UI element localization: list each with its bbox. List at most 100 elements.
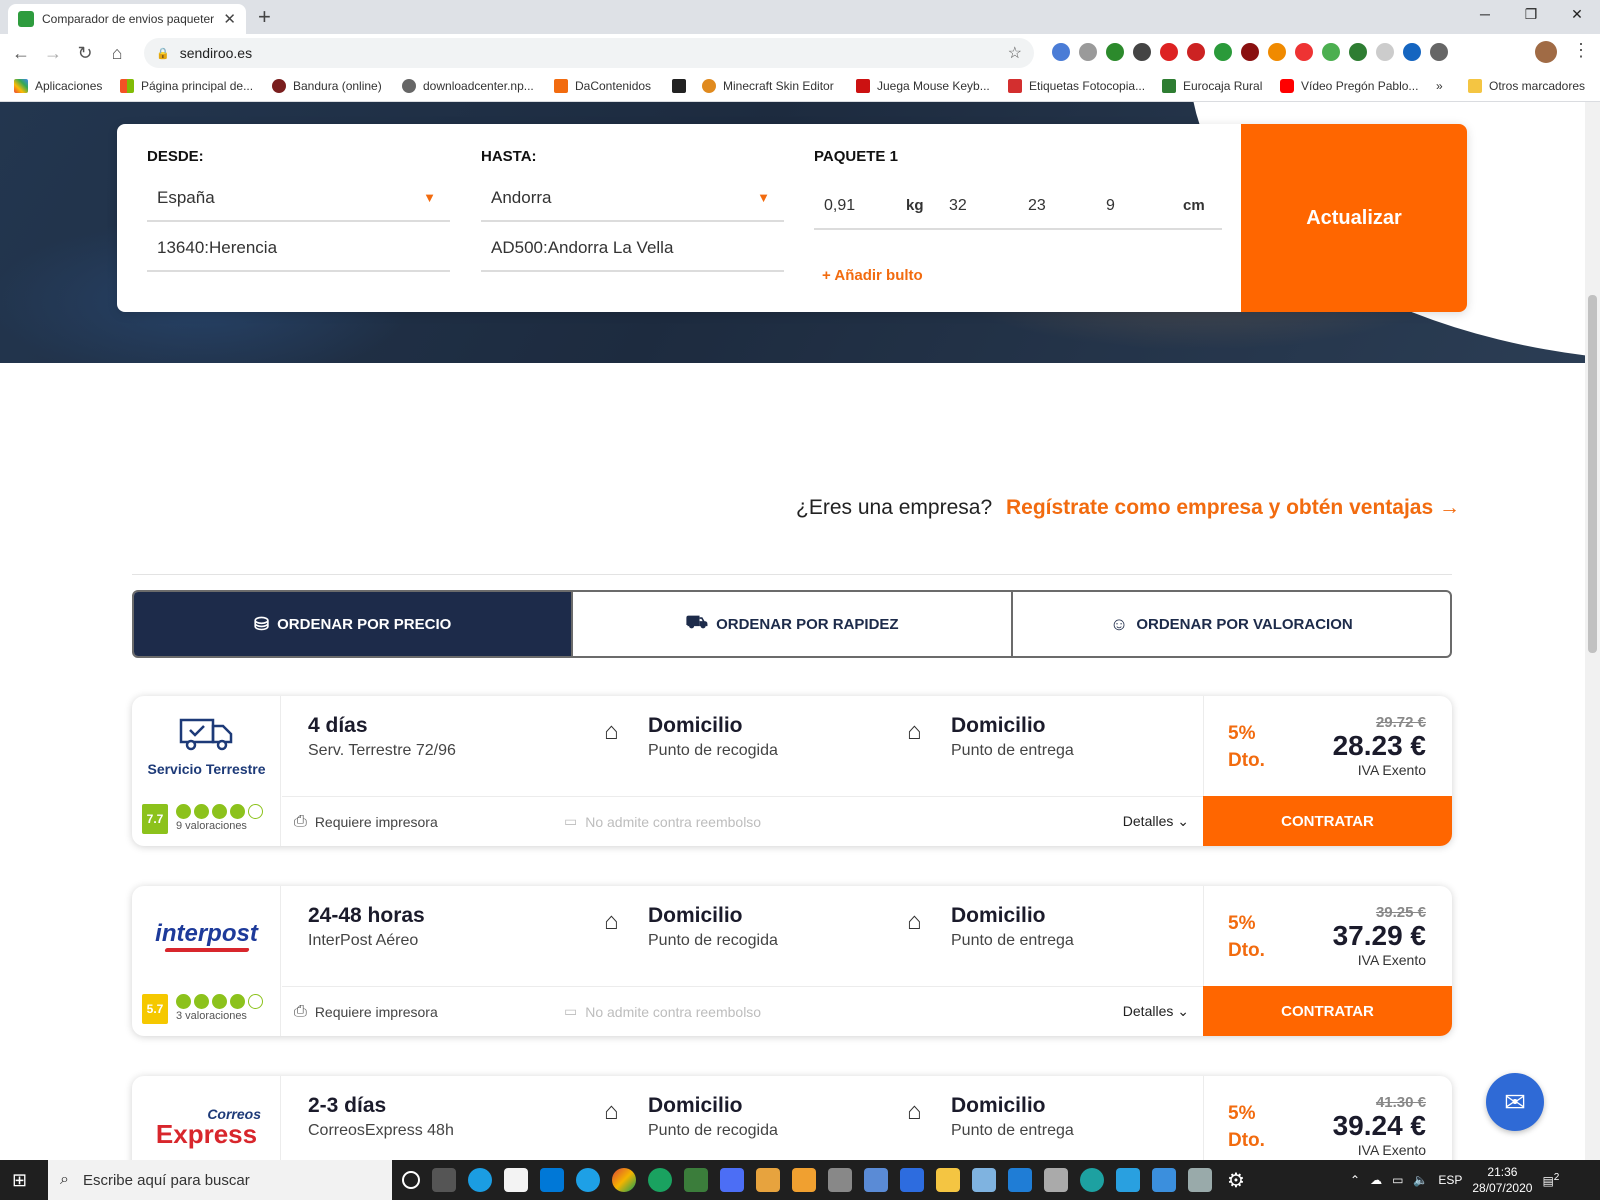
- scrollbar-thumb[interactable]: [1588, 295, 1597, 653]
- bookmark-item[interactable]: Etiquetas Fotocopia...: [1008, 79, 1145, 93]
- app-phone-icon[interactable]: [1116, 1168, 1140, 1192]
- bookmark-item[interactable]: Página principal de...: [120, 79, 253, 93]
- app-search-icon[interactable]: [900, 1168, 924, 1192]
- movistar-extension-icon[interactable]: [1403, 43, 1421, 61]
- bookmark-item[interactable]: Vídeo Pregón Pablo...: [1280, 79, 1418, 93]
- details-toggle[interactable]: Detalles ⌄: [1123, 1003, 1189, 1020]
- app-window-icon[interactable]: [1188, 1168, 1212, 1192]
- app-photos-icon[interactable]: [864, 1168, 888, 1192]
- minimize-icon[interactable]: ─: [1462, 0, 1508, 30]
- height-input[interactable]: 9: [1106, 197, 1115, 215]
- browser-tab[interactable]: Comparador de envios paqueter ✕: [8, 4, 246, 34]
- add-parcel-link[interactable]: + Añadir bulto: [822, 267, 923, 284]
- close-tab-icon[interactable]: ✕: [223, 10, 236, 28]
- pin-extension-icon[interactable]: [1322, 43, 1340, 61]
- calculator-icon[interactable]: [1044, 1168, 1068, 1192]
- settings-gear-icon[interactable]: ⚙: [1224, 1168, 1248, 1192]
- app-green-icon[interactable]: [648, 1168, 672, 1192]
- app-grid-icon[interactable]: [756, 1168, 780, 1192]
- app-screen-icon[interactable]: [720, 1168, 744, 1192]
- bookmark-item[interactable]: Aplicaciones: [14, 79, 102, 93]
- address-bar[interactable]: 🔒 sendiroo.es ☆: [144, 38, 1034, 68]
- sort-by-speed-button[interactable]: ⛟ ORDENAR POR RAPIDEZ: [573, 592, 1013, 656]
- weight-input[interactable]: 0,91: [824, 197, 855, 215]
- media-player-icon[interactable]: [792, 1168, 816, 1192]
- windows-start-icon[interactable]: ⊞: [12, 1170, 27, 1191]
- earth-extension-icon[interactable]: [1349, 43, 1367, 61]
- app-printer-icon[interactable]: [828, 1168, 852, 1192]
- shield-extension-icon[interactable]: [1214, 43, 1232, 61]
- close-window-icon[interactable]: ✕: [1554, 0, 1600, 30]
- bookmark-item[interactable]: [672, 79, 693, 93]
- cortana-icon[interactable]: [402, 1171, 420, 1189]
- mail-icon[interactable]: [540, 1168, 564, 1192]
- back-icon[interactable]: ←: [8, 40, 34, 66]
- clock[interactable]: 21:36 28/07/2020: [1472, 1164, 1532, 1196]
- home-icon[interactable]: ⌂: [104, 40, 130, 66]
- bookmark-item[interactable]: DaContenidos: [554, 79, 651, 93]
- contratar-button[interactable]: CONTRATAR: [1203, 796, 1452, 846]
- taskbar-search[interactable]: ⌕ Escribe aquí para buscar: [48, 1160, 392, 1200]
- tray-chevron-up-icon[interactable]: ⌃: [1350, 1173, 1360, 1187]
- app-network-icon[interactable]: [1008, 1168, 1032, 1192]
- task-view-icon[interactable]: [432, 1168, 456, 1192]
- store-icon[interactable]: [504, 1168, 528, 1192]
- sort-by-price-button[interactable]: ⛁ ORDENAR POR PRECIO: [134, 592, 574, 656]
- bookmark-item[interactable]: downloadcenter.np...: [402, 79, 534, 93]
- from-country-select[interactable]: España ▼: [147, 176, 450, 222]
- translate-extension-icon[interactable]: [1052, 43, 1070, 61]
- app-play-icon[interactable]: [1080, 1168, 1104, 1192]
- edge-icon[interactable]: [468, 1168, 492, 1192]
- page-scrollbar[interactable]: [1585, 102, 1600, 1160]
- bookmark-star-icon[interactable]: ☆: [1008, 43, 1022, 63]
- reload-icon[interactable]: ↻: [72, 40, 98, 66]
- app-tools-icon[interactable]: [684, 1168, 708, 1192]
- abs-extension-icon[interactable]: [1133, 43, 1151, 61]
- ublock-extension-icon[interactable]: [1241, 43, 1259, 61]
- browser-menu-icon[interactable]: ⋮: [1572, 40, 1590, 61]
- business-register-link[interactable]: Regístrate como empresa y obtén ventajas…: [1006, 496, 1460, 519]
- network-icon[interactable]: ▭: [1392, 1173, 1403, 1187]
- to-postal-input[interactable]: AD500:Andorra La Vella: [481, 226, 784, 272]
- bookmark-item[interactable]: Otros marcadores: [1468, 79, 1585, 93]
- profile-avatar[interactable]: [1535, 41, 1557, 63]
- notification-center-icon[interactable]: ▤2: [1542, 1172, 1559, 1188]
- app-notes-icon[interactable]: [972, 1168, 996, 1192]
- bookmark-item[interactable]: Minecraft Skin Editor: [702, 79, 834, 93]
- red-extension-icon[interactable]: [1187, 43, 1205, 61]
- bookmarks-overflow-icon[interactable]: »: [1436, 79, 1443, 93]
- bookmark-item[interactable]: Juega Mouse Keyb...: [856, 79, 990, 93]
- file-explorer-icon[interactable]: [936, 1168, 960, 1192]
- ie-icon[interactable]: [576, 1168, 600, 1192]
- volume-icon[interactable]: 🔈: [1413, 1173, 1428, 1187]
- contratar-button[interactable]: CONTRATAR: [1203, 986, 1452, 1036]
- forward-icon[interactable]: →: [40, 40, 66, 66]
- details-toggle[interactable]: Detalles ⌄: [1123, 813, 1189, 830]
- width-input[interactable]: 23: [1028, 197, 1046, 215]
- bookmark-item[interactable]: Eurocaja Rural: [1162, 79, 1262, 93]
- search-form: DESDE: España ▼ 13640:Herencia HASTA: An…: [117, 124, 1467, 312]
- clock-extension-icon[interactable]: [1376, 43, 1394, 61]
- image-extension-icon[interactable]: [1106, 43, 1124, 61]
- update-button[interactable]: Actualizar: [1241, 124, 1467, 312]
- service-name: Serv. Terrestre 72/96: [308, 742, 456, 759]
- stop-extension-icon[interactable]: [1295, 43, 1313, 61]
- sort-by-rating-button[interactable]: ☺ ORDENAR POR VALORACION: [1013, 592, 1450, 656]
- globe-extension-icon[interactable]: [1079, 43, 1097, 61]
- length-input[interactable]: 32: [949, 197, 967, 215]
- to-country-select[interactable]: Andorra ▼: [481, 176, 784, 222]
- price-block: 5% Dto. 41.30 € 39.24 € IVA Exento: [1203, 1076, 1452, 1160]
- puzzle-extensions-icon[interactable]: [1430, 43, 1448, 61]
- chat-mail-button[interactable]: ✉: [1486, 1073, 1544, 1131]
- maximize-icon[interactable]: ❐: [1508, 0, 1554, 30]
- from-postal-input[interactable]: 13640:Herencia: [147, 226, 450, 272]
- vlc-extension-icon[interactable]: [1268, 43, 1286, 61]
- tax-note: IVA Exento: [1357, 762, 1426, 778]
- new-tab-icon[interactable]: +: [258, 4, 271, 30]
- cloud-icon[interactable]: ☁: [1370, 1173, 1382, 1187]
- chrome-icon[interactable]: [612, 1168, 636, 1192]
- download-icon[interactable]: [1152, 1168, 1176, 1192]
- language-indicator[interactable]: ESP: [1438, 1173, 1462, 1187]
- bookmark-item[interactable]: Bandura (online): [272, 79, 382, 93]
- adblock-extension-icon[interactable]: [1160, 43, 1178, 61]
